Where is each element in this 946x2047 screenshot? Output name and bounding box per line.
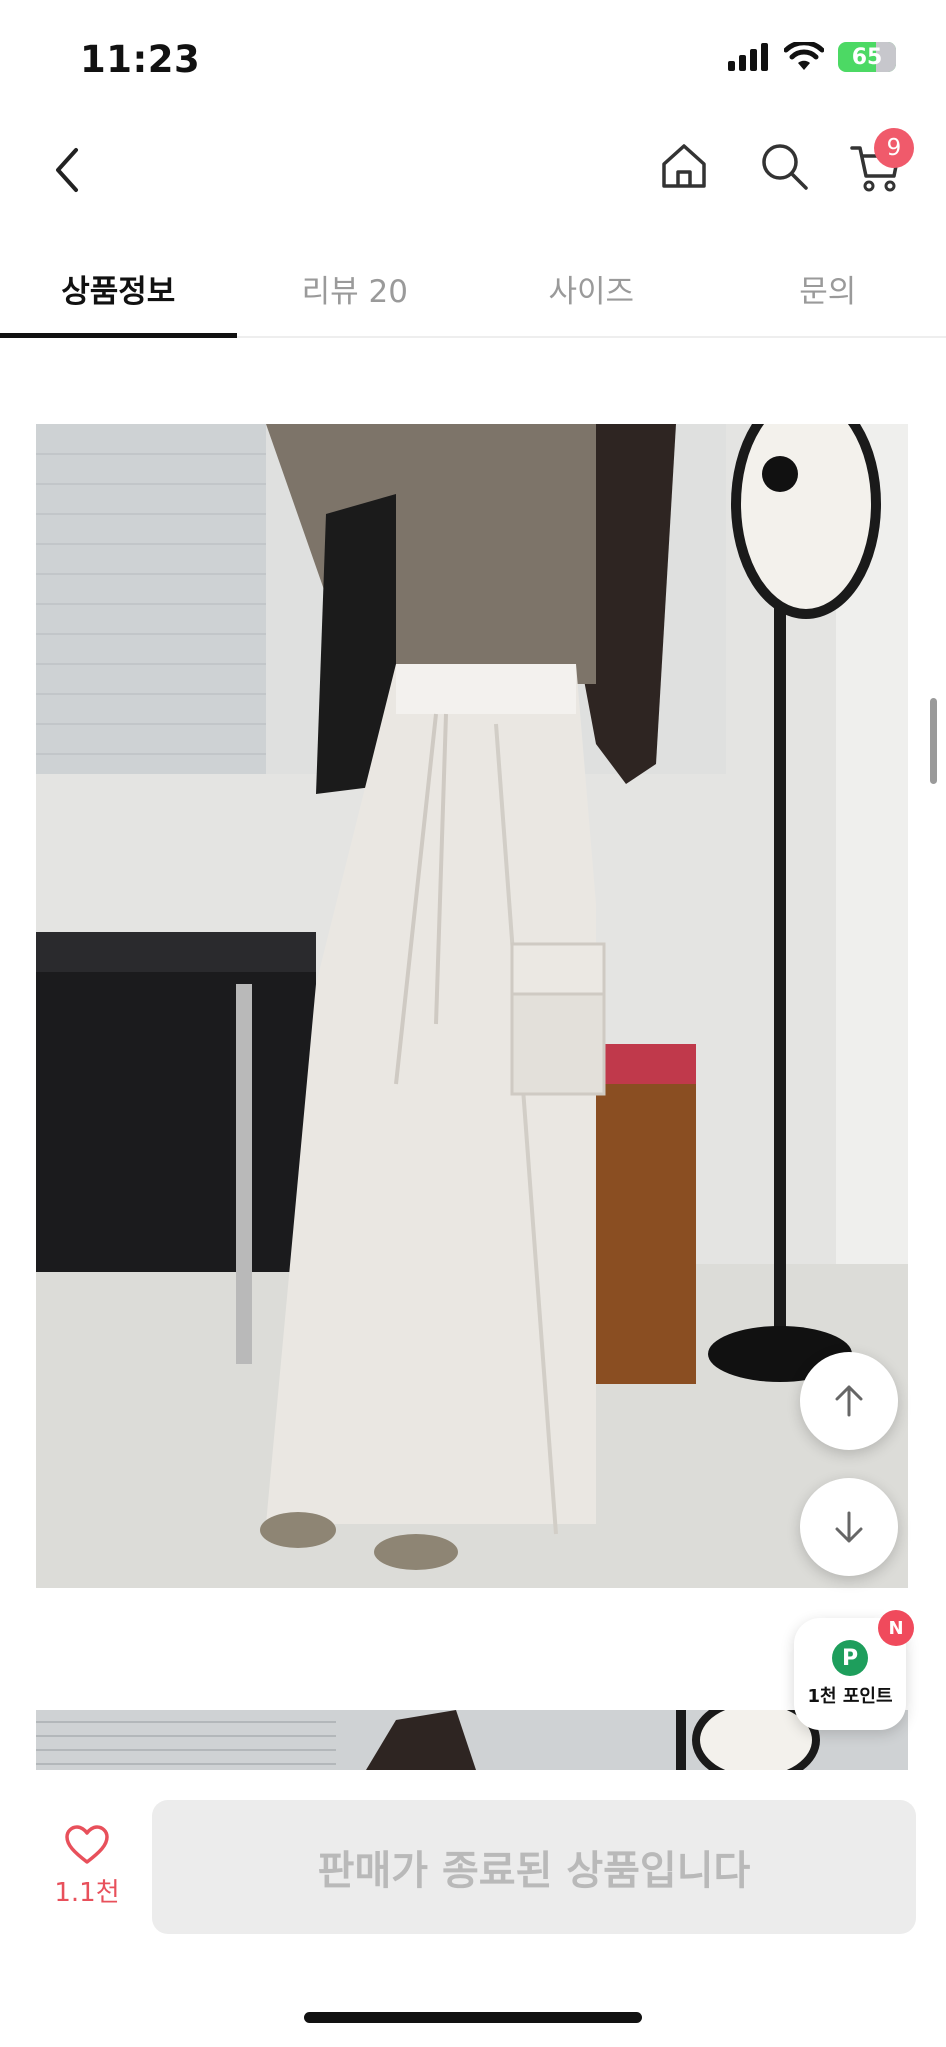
tab-product-info[interactable]: 상품정보	[0, 240, 237, 338]
tab-size[interactable]: 사이즈	[473, 240, 710, 336]
search-icon[interactable]	[756, 138, 812, 194]
battery-icon: 65	[838, 42, 896, 72]
wifi-icon	[784, 42, 824, 70]
back-chevron-icon[interactable]	[46, 142, 92, 198]
sold-out-button[interactable]: 판매가 종료된 상품입니다	[152, 1800, 916, 1934]
product-image-next	[36, 1710, 908, 1770]
points-label: 1천 포인트	[807, 1686, 893, 1707]
tab-reviews[interactable]: 리뷰 20	[237, 240, 474, 336]
cart-count-badge: 9	[874, 128, 914, 168]
home-icon[interactable]	[656, 138, 712, 194]
like-count: 1.1천	[54, 1878, 120, 1908]
arrow-up-icon	[835, 1385, 863, 1417]
battery-level: 65	[851, 44, 883, 70]
product-image	[36, 424, 908, 1588]
points-new-badge: N	[878, 1610, 914, 1646]
heart-icon	[65, 1825, 109, 1864]
nav-bar	[0, 120, 946, 220]
status-icons: 65	[728, 42, 896, 72]
arrow-down-icon	[835, 1511, 863, 1543]
status-bar: 11:23 65	[0, 0, 946, 120]
product-tabs: 상품정보 리뷰 20 사이즈 문의	[0, 240, 946, 338]
home-indicator	[304, 2012, 642, 2023]
product-photo	[36, 424, 908, 1588]
tab-inquiry[interactable]: 문의	[710, 240, 946, 336]
status-time: 11:23	[80, 38, 201, 81]
page-scrollbar[interactable]	[930, 698, 937, 784]
product-photo-next	[36, 1710, 908, 1770]
like-button[interactable]: 1.1천	[42, 1824, 132, 1924]
signal-icon	[728, 43, 768, 71]
points-icon: P	[832, 1640, 868, 1676]
scroll-down-button[interactable]	[800, 1478, 898, 1576]
scroll-up-button[interactable]	[800, 1352, 898, 1450]
